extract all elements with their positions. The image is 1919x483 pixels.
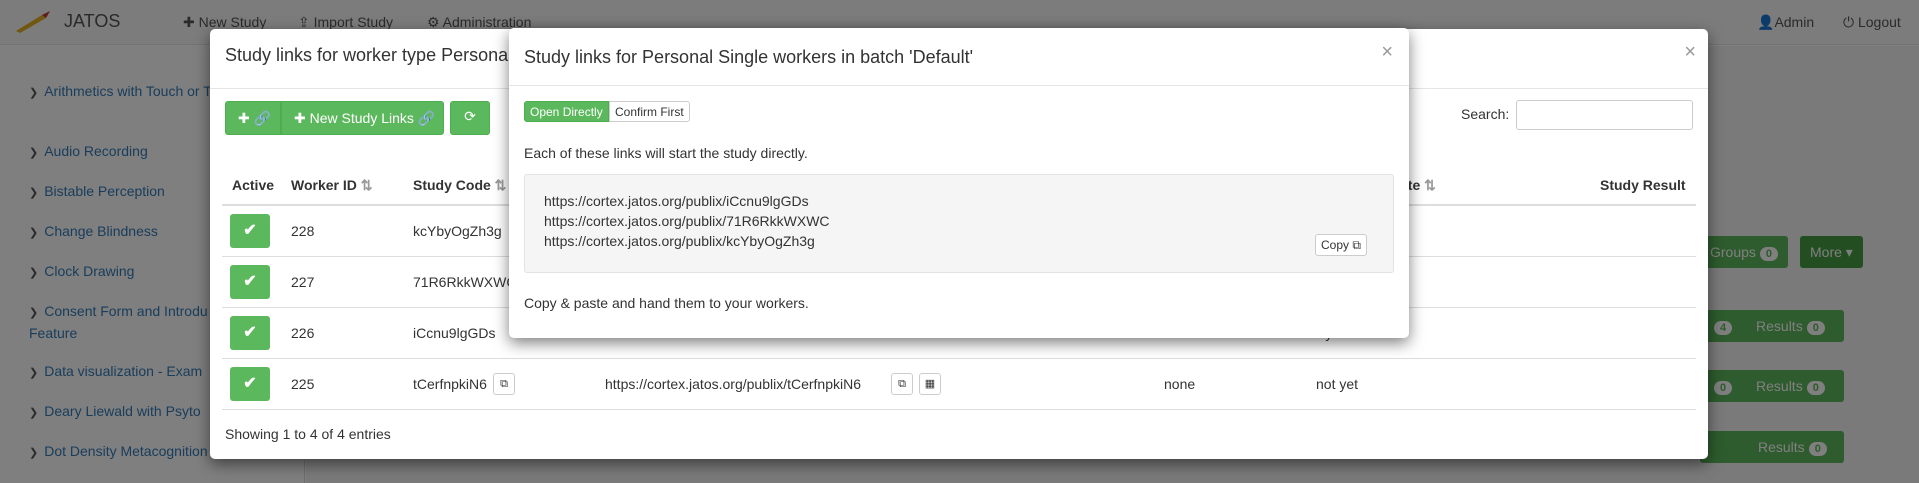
links-footer-note: Copy & paste and hand them to your worke… <box>524 295 809 311</box>
sort-icon: ⇅ <box>494 177 507 193</box>
study-code: iCcnu9lgGDs <box>413 325 496 341</box>
search-label: Search: <box>1461 106 1510 122</box>
table-row: ✔ 225 tCerfnpkiN6 ⧉ https://cortex.jatos… <box>222 359 1696 410</box>
sort-icon: ⇅ <box>1424 177 1436 193</box>
worker-id: 226 <box>291 325 315 341</box>
study-link: https://cortex.jatos.org/publix/iCcnu9lg… <box>544 193 809 209</box>
column-header-worker-id[interactable]: Worker ID ⇅ <box>291 177 373 194</box>
copy-link-icon[interactable]: ⧉ <box>891 373 913 395</box>
divider <box>509 85 1409 86</box>
links-description: Each of these links will start the study… <box>524 145 808 161</box>
copy-icon: ⧉ <box>1352 238 1361 252</box>
personal-single-links-modal: Study links for Personal Single workers … <box>509 28 1409 338</box>
link-icon: 🔗 <box>417 110 436 126</box>
column-header-study-code[interactable]: Study Code ⇅ <box>413 177 506 194</box>
study-links-box: https://cortex.jatos.org/publix/iCcnu9lg… <box>524 174 1394 273</box>
copy-button[interactable]: Copy ⧉ <box>1315 234 1367 256</box>
copy-code-icon[interactable]: ⧉ <box>493 373 515 395</box>
worker-id: 225 <box>291 376 315 392</box>
qr-code-icon[interactable]: ▦ <box>919 373 941 395</box>
new-study-links-button[interactable]: ✚ New Study Links 🔗 <box>281 101 444 135</box>
plus-icon: ✚ <box>238 110 250 126</box>
study-code: 71R6RkkWXWC <box>413 274 517 290</box>
sort-icon: ⇅ <box>360 177 373 193</box>
study-link: https://cortex.jatos.org/publix/kcYbyOgZ… <box>544 233 815 249</box>
column-header-active: Active <box>232 177 275 193</box>
modal-title: Study links for Personal Single workers … <box>524 47 974 67</box>
link-icon: 🔗 <box>253 110 272 126</box>
add-link-button[interactable]: ✚ 🔗 <box>225 101 281 135</box>
table-info: Showing 1 to 4 of 4 entries <box>225 426 391 442</box>
column-header-study-result: Study Result <box>1600 177 1686 193</box>
study-code: kcYbyOgZh3g <box>413 223 502 239</box>
close-icon[interactable]: × <box>1684 41 1696 64</box>
study-link: https://cortex.jatos.org/publix/71R6RkkW… <box>544 213 830 229</box>
refresh-icon: ⟳ <box>464 108 476 124</box>
open-directly-toggle[interactable]: Open Directly <box>524 101 609 122</box>
worker-id: 228 <box>291 223 315 239</box>
study-state: none <box>1164 376 1196 392</box>
active-toggle-button[interactable]: ✔ <box>230 316 270 350</box>
active-toggle-button[interactable]: ✔ <box>230 265 270 299</box>
modal-title: Study links for worker type Personal <box>225 45 513 65</box>
study-code: tCerfnpkiN6 <box>413 376 487 392</box>
plus-icon: ✚ <box>294 110 306 126</box>
active-toggle-button[interactable]: ✔ <box>230 214 270 248</box>
close-icon[interactable]: × <box>1381 41 1393 64</box>
refresh-button[interactable]: ⟳ <box>450 101 490 135</box>
study-result: not yet <box>1316 376 1359 392</box>
search-input[interactable] <box>1516 100 1693 130</box>
worker-id: 227 <box>291 274 315 290</box>
active-toggle-button[interactable]: ✔ <box>230 367 270 401</box>
study-link: https://cortex.jatos.org/publix/tCerfnpk… <box>605 376 862 392</box>
confirm-first-toggle[interactable]: Confirm First <box>609 101 690 122</box>
